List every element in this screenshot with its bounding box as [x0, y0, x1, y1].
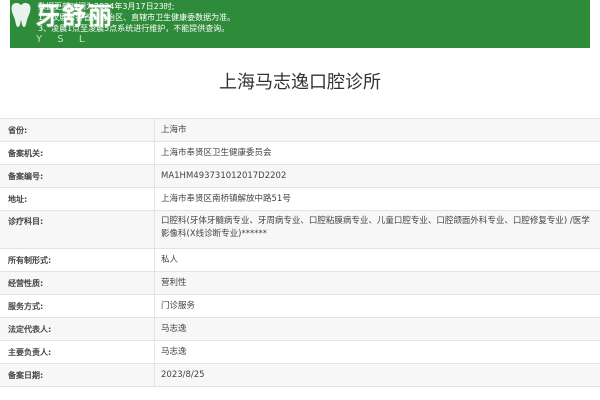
logo-text: 牙舒丽 [36, 1, 114, 30]
table-row: 服务方式: 门诊服务 [0, 295, 600, 318]
row-value: 马志逸 [161, 323, 187, 334]
row-value: 上海市奉贤区卫生健康委员会 [161, 147, 272, 158]
logo-watermark: 牙舒丽 [8, 0, 138, 32]
row-label: 备案日期: [0, 364, 155, 386]
row-value: 马志逸 [161, 346, 187, 357]
row-label: 主要负责人: [0, 341, 155, 363]
page-title: 上海马志逸口腔诊所 [219, 72, 381, 93]
row-value: MA1HM493731012017D2202 [161, 170, 287, 181]
table-row: 所有制形式: 私人 [0, 249, 600, 272]
table-row: 备案日期: 2023/8/25 [0, 364, 600, 387]
row-label: 法定代表人: [0, 318, 155, 340]
row-label: 备案编号: [0, 165, 155, 187]
row-label: 省份: [0, 119, 155, 141]
row-value: 门诊服务 [161, 300, 196, 311]
tooth-icon [11, 3, 31, 27]
logo-subtext: Y S L [36, 34, 91, 45]
table-row: 诊疗科目: 口腔科(牙体牙髓病专业、牙周病专业、口腔粘膜病专业、儿童口腔专业、口… [0, 211, 600, 249]
row-label: 经营性质: [0, 272, 155, 294]
row-value: 上海市奉贤区南桥镇解放中路51号 [161, 193, 291, 204]
table-row: 法定代表人: 马志逸 [0, 318, 600, 341]
table-row: 备案编号: MA1HM493731012017D2202 [0, 165, 600, 188]
row-label: 服务方式: [0, 295, 155, 317]
table-row: 地址: 上海市奉贤区南桥镇解放中路51号 [0, 188, 600, 211]
row-value: 上海市 [161, 124, 187, 135]
row-value: 口腔科(牙体牙髓病专业、牙周病专业、口腔粘膜病专业、儿童口腔专业、口腔颌面外科专… [161, 216, 590, 239]
row-label: 地址: [0, 188, 155, 210]
row-label: 所有制形式: [0, 249, 155, 271]
row-value: 营利性 [161, 277, 187, 288]
table-row: 主要负责人: 马志逸 [0, 341, 600, 364]
row-label: 备案机关: [0, 142, 155, 164]
info-table: 省份: 上海市 备案机关: 上海市奉贤区卫生健康委员会 备案编号: MA1HM4… [0, 118, 600, 387]
table-row: 省份: 上海市 [0, 119, 600, 142]
row-value: 2023/8/25 [161, 369, 205, 380]
table-row: 备案机关: 上海市奉贤区卫生健康委员会 [0, 142, 600, 165]
row-value: 私人 [161, 254, 179, 265]
row-label: 诊疗科目: [0, 211, 155, 248]
table-row: 经营性质: 营利性 [0, 272, 600, 295]
